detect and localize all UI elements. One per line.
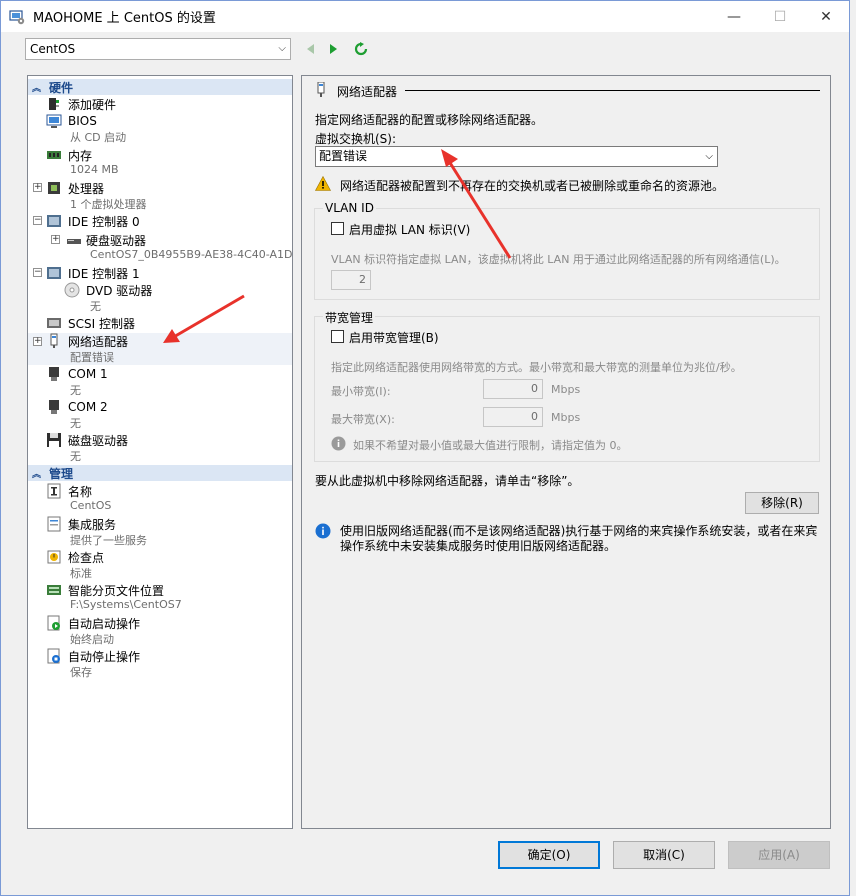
tree-item-add-hardware[interactable]: 添加硬件 — [28, 96, 292, 112]
info-icon — [315, 523, 331, 539]
minimize-button[interactable]: — — [711, 1, 757, 32]
title-divider — [405, 90, 820, 91]
title-bar: MAOHOME 上 CentOS 的设置 — ☐ ✕ — [1, 1, 849, 32]
tree-item-auto-start[interactable]: 自动启动操作 — [28, 615, 292, 631]
tree-item-smart-paging[interactable]: 智能分页文件位置 — [28, 582, 292, 598]
tree-item-integration-services[interactable]: 集成服务 — [28, 516, 292, 532]
network-adapter-icon — [317, 82, 325, 97]
settings-window: MAOHOME 上 CentOS 的设置 — ☐ ✕ CentOS ⌵ ︽ 硬件… — [0, 0, 850, 896]
tree-item-smart-paging-sub: F:\Systems\CentOS7 — [70, 598, 182, 611]
tree-item-diskette-drive[interactable]: 磁盘驱动器 — [28, 432, 292, 448]
virtual-switch-value: 配置错误 — [319, 149, 368, 163]
tree-item-auto-start-sub: 始终启动 — [70, 633, 114, 646]
min-bandwidth-label: 最小带宽(I): — [331, 385, 391, 398]
vlan-group-title: VLAN ID — [323, 201, 376, 215]
tree-item-scsi-controller[interactable]: SCSI 控制器 — [28, 315, 292, 331]
warning-message: 网络适配器被配置到不再存在的交换机或者已被删除或重命名的资源池。 — [340, 179, 725, 193]
tree-item-name-sub: CentOS — [70, 499, 112, 512]
tree-item-checkpoints[interactable]: 检查点 — [28, 549, 292, 565]
cancel-button[interactable]: 取消(C) — [613, 841, 715, 869]
min-bandwidth-input[interactable]: 0 — [483, 379, 543, 399]
enable-vlan-label: 启用虚拟 LAN 标识(V) — [349, 223, 471, 237]
vlan-id-input[interactable]: 2 — [331, 270, 371, 290]
tree-item-com1[interactable]: COM 1 — [28, 366, 292, 382]
vm-selector[interactable]: CentOS ⌵ — [25, 38, 291, 60]
hardware-header-label: 硬件 — [49, 80, 74, 95]
legacy-adapter-info: 使用旧版网络适配器(而不是该网络适配器)执行基于网络的来宾操作系统安装，或者在来… — [340, 524, 818, 553]
tree-item-auto-stop-sub: 保存 — [70, 666, 92, 679]
tree-item-diskette-drive-sub: 无 — [70, 450, 81, 463]
tree-item-processor[interactable]: 处理器 — [28, 180, 292, 196]
enable-bandwidth-label: 启用带宽管理(B) — [349, 331, 439, 345]
virtual-switch-label: 虚拟交换机(S): — [315, 132, 397, 146]
info-icon — [331, 436, 346, 451]
panel-title: 网络适配器 — [337, 85, 398, 99]
bandwidth-info-text: 如果不希望对最小值或最大值进行限制，请指定值为 0。 — [353, 439, 628, 452]
vlan-group: VLAN ID 启用虚拟 LAN 标识(V) VLAN 标识符指定虚拟 LAN，… — [314, 201, 820, 300]
tree-item-name[interactable]: 名称 — [28, 483, 292, 499]
tree-item-hard-drive-sub: CentOS7_0B4955B9-AE38-4C40-A1D3... — [90, 248, 293, 261]
vlan-description: VLAN 标识符指定虚拟 LAN，该虚拟机将此 LAN 用于通过此网络适配器的所… — [331, 253, 786, 266]
refresh-button[interactable] — [353, 41, 369, 57]
bandwidth-group-title: 带宽管理 — [323, 309, 376, 326]
tree-item-bios[interactable]: BIOS — [28, 113, 292, 129]
warning-icon — [315, 176, 331, 191]
max-bandwidth-label: 最大带宽(X): — [331, 413, 395, 426]
ok-button[interactable]: 确定(O) — [498, 841, 600, 869]
tree-item-ide-controller-1[interactable]: IDE 控制器 1 — [28, 265, 292, 281]
panel-description: 指定网络适配器的配置或移除网络适配器。 — [315, 113, 544, 127]
tree-item-network-adapter-sub: 配置错误 — [70, 351, 114, 364]
settings-tree: ︽ 硬件 添加硬件 BIOS 从 CD 启动 内存 1024 MB + 处理器 … — [27, 75, 293, 829]
apply-button[interactable]: 应用(A) — [728, 841, 830, 869]
tree-item-com2-sub: 无 — [70, 417, 81, 430]
hardware-section-header[interactable]: ︽ 硬件 — [28, 79, 292, 95]
vm-selector-value: CentOS — [30, 42, 76, 56]
virtual-switch-select[interactable]: 配置错误 ⌵ — [315, 146, 718, 167]
settings-detail-panel: 网络适配器 指定网络适配器的配置或移除网络适配器。 虚拟交换机(S): 配置错误… — [301, 75, 831, 829]
tree-item-dvd-drive[interactable]: DVD 驱动器 — [28, 282, 292, 298]
tree-item-hard-drive[interactable]: 硬盘驱动器 — [28, 232, 292, 248]
window-title: MAOHOME 上 CentOS 的设置 — [33, 11, 216, 26]
management-section-header[interactable]: ︽ 管理 — [28, 465, 292, 481]
chevron-up-icon: ︽ — [32, 83, 42, 94]
tree-item-network-adapter[interactable]: 网络适配器 — [28, 333, 292, 349]
chevron-up-icon: ︽ — [32, 469, 42, 480]
remove-button[interactable]: 移除(R) — [745, 492, 819, 514]
enable-bandwidth-checkbox[interactable] — [331, 330, 344, 343]
tree-item-checkpoints-sub: 标准 — [70, 567, 92, 580]
tree-item-com1-sub: 无 — [70, 384, 81, 397]
max-bandwidth-input[interactable]: 0 — [483, 407, 543, 427]
maximize-button[interactable]: ☐ — [757, 1, 803, 32]
management-header-label: 管理 — [49, 466, 74, 481]
close-button[interactable]: ✕ — [803, 1, 849, 32]
tree-item-bios-sub: 从 CD 启动 — [70, 131, 127, 144]
hyperv-settings-icon — [9, 9, 25, 24]
back-button[interactable] — [303, 41, 319, 57]
refresh-icon — [354, 42, 368, 56]
bandwidth-description: 指定此网络适配器使用网络带宽的方式。最小带宽和最大带宽的测量单位为兆位/秒。 — [331, 361, 742, 374]
tree-item-ide-controller-0[interactable]: IDE 控制器 0 — [28, 213, 292, 229]
chevron-down-icon: ⌵ — [705, 151, 713, 162]
remove-instructions: 要从此虚拟机中移除网络适配器，请单击“移除”。 — [315, 474, 580, 488]
tree-item-auto-stop[interactable]: 自动停止操作 — [28, 648, 292, 664]
tree-item-memory-sub: 1024 MB — [70, 163, 119, 176]
forward-button[interactable] — [325, 41, 341, 57]
tree-item-processor-sub: 1 个虚拟处理器 — [70, 198, 147, 211]
tree-item-dvd-drive-sub: 无 — [90, 300, 101, 313]
tree-item-com2[interactable]: COM 2 — [28, 399, 292, 415]
enable-vlan-checkbox[interactable] — [331, 222, 344, 235]
max-bandwidth-unit: Mbps — [551, 411, 581, 424]
chevron-down-icon: ⌵ — [278, 43, 286, 54]
tree-item-memory[interactable]: 内存 — [28, 147, 292, 163]
arrow-left-icon — [307, 44, 314, 54]
tree-item-integration-services-sub: 提供了一些服务 — [70, 534, 147, 547]
bandwidth-group: 带宽管理 启用带宽管理(B) 指定此网络适配器使用网络带宽的方式。最小带宽和最大… — [314, 309, 820, 462]
min-bandwidth-unit: Mbps — [551, 383, 581, 396]
arrow-right-icon — [330, 44, 337, 54]
